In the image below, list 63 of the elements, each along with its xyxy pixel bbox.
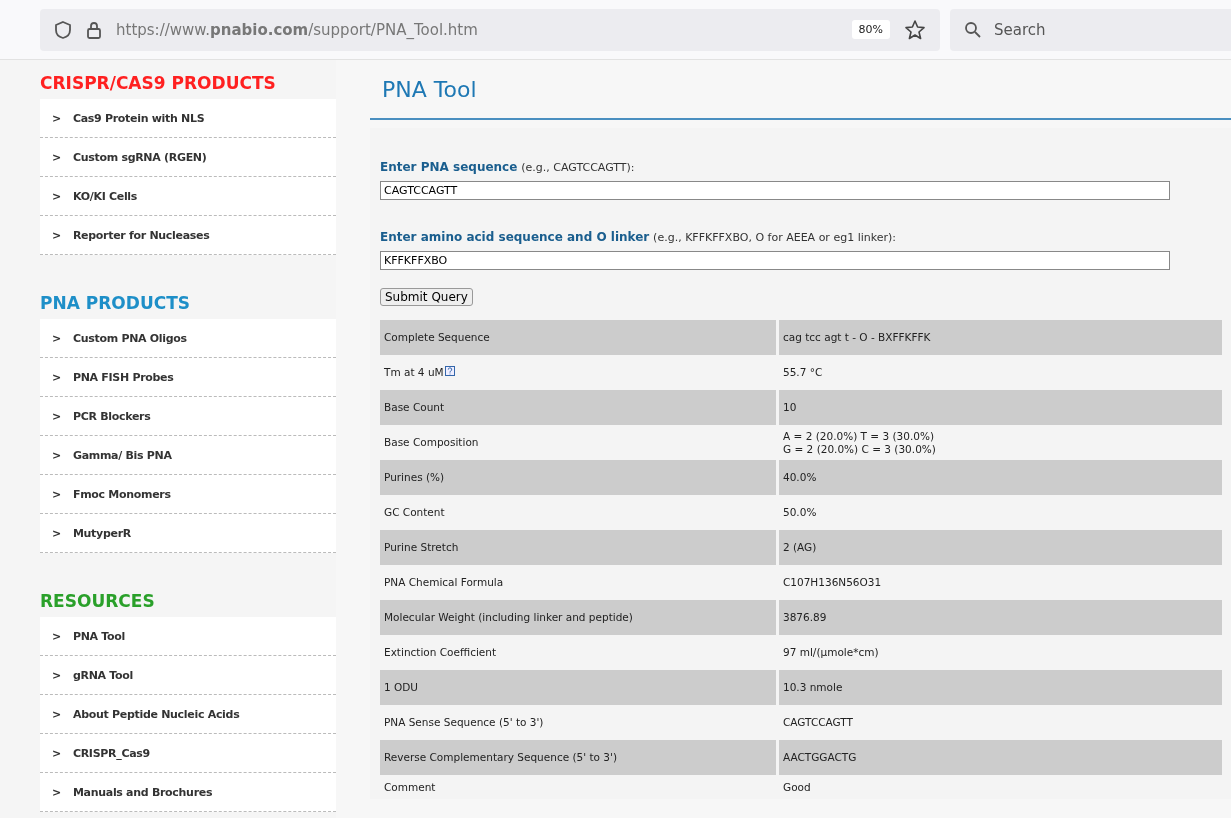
table-cell-text: CAGTCCAGTT bbox=[782, 715, 854, 730]
sidebar-link[interactable]: > PNA Tool bbox=[40, 617, 336, 656]
address-bar[interactable]: https://www.pnabio.com/support/PNA_Tool.htm 80% bbox=[40, 8, 940, 51]
sidebar-link[interactable]: > Fmoc Monomers bbox=[40, 475, 336, 514]
sidebar-link[interactable]: > Manuals and Brochures bbox=[40, 773, 336, 812]
sidebar-link[interactable]: > Reporter for Nucleases bbox=[40, 216, 336, 255]
field-hint: (e.g., KFFKFFXBO, O for AEEA or eg1 linker): bbox=[653, 231, 896, 244]
sidebar-link[interactable]: > Custom PNA Oligos bbox=[40, 319, 336, 358]
table-cell: 2 (AG) bbox=[779, 530, 1222, 565]
sidebar-link[interactable]: > KO/KI Cells bbox=[40, 177, 336, 216]
table-cell-text: A = 2 (20.0%) T = 3 (30.0%) G = 2 (20.0%) C = 3 (30.0%) bbox=[782, 428, 937, 457]
section-heading: RESOURCES bbox=[40, 590, 156, 611]
table-cell: 3876.89 bbox=[779, 600, 1222, 635]
table-cell-text: Base Composition bbox=[383, 435, 480, 450]
table-cell: 10 bbox=[779, 390, 1222, 425]
sidebar-link[interactable]: > PNA FISH Probes bbox=[40, 358, 336, 397]
table-cell: AACTGGACTG bbox=[779, 740, 1222, 775]
table-cell: 40.0% bbox=[779, 460, 1222, 495]
table-cell-text: 50.0% bbox=[782, 505, 818, 520]
sidebar-link[interactable]: > Gamma/ Bis PNA bbox=[40, 436, 336, 475]
url-text: https://www.pnabio.com/support/PNA_Tool.htm bbox=[116, 20, 479, 39]
table-cell-text: C107H136N56O31 bbox=[782, 575, 883, 590]
star-icon[interactable] bbox=[904, 18, 926, 41]
submit-button[interactable]: Submit Query bbox=[380, 288, 473, 306]
table-cell: Base Count bbox=[380, 390, 776, 425]
table-cell-text: PNA Chemical Formula bbox=[383, 575, 505, 590]
table-cell: Complete Sequence bbox=[380, 320, 776, 355]
table-cell: Purine Stretch bbox=[380, 530, 776, 565]
sidebar-link[interactable]: > About Peptide Nucleic Acids bbox=[40, 695, 336, 734]
lock-icon bbox=[86, 19, 102, 40]
table-cell: 1 ODU bbox=[380, 670, 776, 705]
table-cell: Purines (%) bbox=[380, 460, 776, 495]
sidebar-link[interactable]: > MutyperR bbox=[40, 514, 336, 553]
sidebar-link[interactable]: > CRISPR_Cas9 bbox=[40, 734, 336, 773]
sidebar-link[interactable]: > gRNA Tool bbox=[40, 656, 336, 695]
table-cell-text: GC Content bbox=[383, 505, 446, 520]
sidebar-link[interactable]: > PCR Blockers bbox=[40, 397, 336, 436]
field-hint: (e.g., CAGTCCAGTT): bbox=[521, 161, 635, 174]
input-field[interactable]: CAGTCCAGTT bbox=[380, 181, 1170, 200]
page-title: PNA Tool bbox=[382, 76, 477, 102]
table-cell-text: 97 ml/(µmole*cm) bbox=[782, 645, 880, 660]
field-label: Enter amino acid sequence and O linker bbox=[380, 230, 650, 244]
sidebar-link[interactable]: > Cas9 Protein with NLS bbox=[40, 99, 336, 138]
table-cell: Tm at 4 uM bbox=[380, 355, 776, 390]
table-cell: Molecular Weight (including linker and peptide) bbox=[380, 600, 776, 635]
shield-icon bbox=[54, 19, 72, 40]
search-field[interactable]: Search bbox=[950, 8, 1231, 51]
search-icon bbox=[964, 20, 982, 39]
help-icon[interactable] bbox=[444, 366, 455, 376]
sidebar-link[interactable]: > Custom sgRNA (RGEN) bbox=[40, 138, 336, 177]
input-field[interactable]: KFFKFFXBO bbox=[380, 251, 1170, 270]
table-cell: cag tcc agt t - O - BXFFKFFK bbox=[779, 320, 1222, 355]
table-cell-text: PNA Sense Sequence (5' to 3') bbox=[383, 715, 545, 730]
table-cell-text: Comment bbox=[383, 779, 437, 795]
table-cell: 10.3 nmole bbox=[779, 670, 1222, 705]
table-cell-text: 55.7 °C bbox=[782, 365, 824, 380]
section-heading: CRISPR/CAS9 PRODUCTS bbox=[40, 72, 277, 93]
table-cell-text: Extinction Coefficient bbox=[383, 645, 498, 660]
zoom-badge[interactable]: 80% bbox=[851, 20, 890, 39]
table-cell: Reverse Complementary Sequence (5' to 3') bbox=[380, 740, 776, 775]
section-heading: PNA PRODUCTS bbox=[40, 292, 191, 313]
field-label: Enter PNA sequence bbox=[380, 160, 518, 174]
table-cell-text: Good bbox=[782, 779, 812, 795]
